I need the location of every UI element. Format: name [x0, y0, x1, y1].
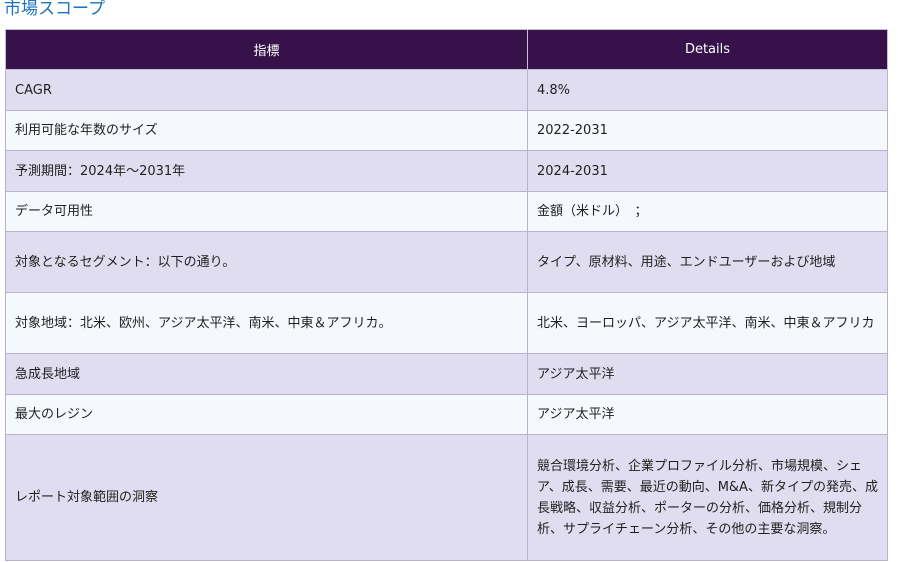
row-metric: 予測期間：2024年～2031年 [5, 150, 528, 192]
header-details: Details [527, 29, 888, 70]
table-row: 利用可能な年数のサイズ 2022-2031 [5, 110, 888, 151]
row-details: アジア太平洋 [527, 353, 888, 395]
row-details: 金額（米ドル） ； [527, 191, 888, 232]
row-metric: 急成長地域 [5, 353, 528, 395]
table-row: 急成長地域 アジア太平洋 [5, 353, 888, 395]
table-row: 最大のレジン アジア太平洋 [5, 394, 888, 435]
row-metric: 最大のレジン [5, 394, 528, 435]
row-metric: レポート対象範囲の洞察 [5, 434, 528, 561]
row-metric: 対象地域：北米、欧州、アジア太平洋、南米、中東＆アフリカ。 [5, 292, 528, 354]
table-row: 予測期間：2024年～2031年 2024-2031 [5, 150, 888, 192]
table-row: データ可用性 金額（米ドル） ； [5, 191, 888, 232]
table-header-row: 指標 Details [5, 29, 888, 70]
table-row: 対象となるセグメント：以下の通り。 タイプ、原材料、用途、エンドユーザーおよび地… [5, 231, 888, 293]
row-metric: CAGR [5, 69, 528, 111]
row-metric: データ可用性 [5, 191, 528, 232]
market-scope-table: 指標 Details CAGR 4.8% 利用可能な年数のサイズ 2022-20… [5, 29, 888, 561]
row-details: 2022-2031 [527, 110, 888, 151]
row-details: 4.8% [527, 69, 888, 111]
section-title: 市場スコープ [4, 0, 105, 19]
table-row: CAGR 4.8% [5, 69, 888, 111]
table-row: 対象地域：北米、欧州、アジア太平洋、南米、中東＆アフリカ。 北米、ヨーロッパ、ア… [5, 292, 888, 354]
row-metric: 対象となるセグメント：以下の通り。 [5, 231, 528, 293]
row-details: 2024-2031 [527, 150, 888, 192]
row-details: タイプ、原材料、用途、エンドユーザーおよび地域 [527, 231, 888, 293]
row-details: アジア太平洋 [527, 394, 888, 435]
table-row: レポート対象範囲の洞察 競合環境分析、企業プロファイル分析、市場規模、シェア、成… [5, 434, 888, 561]
row-details: 競合環境分析、企業プロファイル分析、市場規模、シェア、成長、需要、最近の動向、M… [527, 434, 888, 561]
row-metric: 利用可能な年数のサイズ [5, 110, 528, 151]
header-metric: 指標 [5, 29, 528, 70]
row-details: 北米、ヨーロッパ、アジア太平洋、南米、中東＆アフリカ [527, 292, 888, 354]
